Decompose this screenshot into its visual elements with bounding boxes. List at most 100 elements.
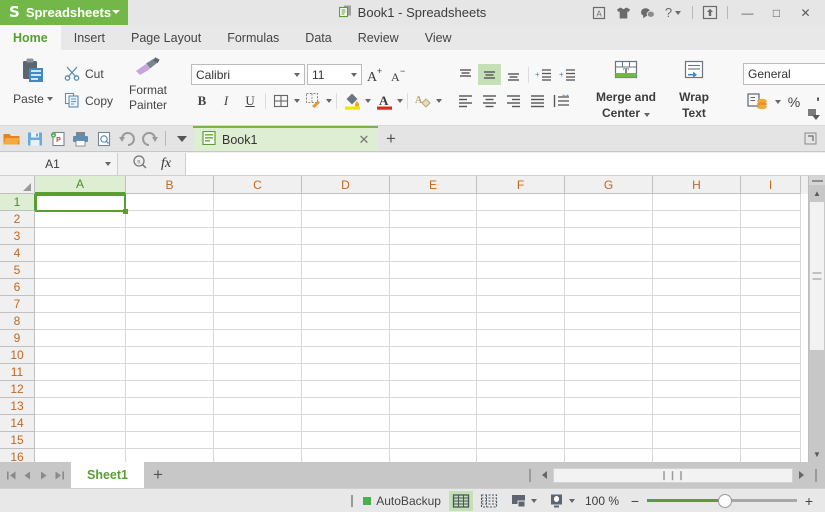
cell-A8[interactable] <box>35 313 126 330</box>
cell-B1[interactable] <box>126 194 214 211</box>
italic-button[interactable]: I <box>215 90 237 111</box>
column-header-I[interactable]: I <box>741 176 801 194</box>
cell-C3[interactable] <box>214 228 302 245</box>
cell-F13[interactable] <box>477 398 565 415</box>
cell-A5[interactable] <box>35 262 126 279</box>
currency-format-button[interactable] <box>743 91 773 112</box>
cell-G15[interactable] <box>565 432 653 449</box>
cell-C11[interactable] <box>214 364 302 381</box>
upload-box-icon[interactable] <box>699 0 721 25</box>
tshirt-skin-icon[interactable] <box>612 0 634 25</box>
row-header-4[interactable]: 4 <box>0 245 34 262</box>
cell-B9[interactable] <box>126 330 214 347</box>
cell-B14[interactable] <box>126 415 214 432</box>
cell-G5[interactable] <box>565 262 653 279</box>
cell-H8[interactable] <box>653 313 741 330</box>
font-color-dropdown[interactable] <box>397 98 404 103</box>
row-header-2[interactable]: 2 <box>0 211 34 228</box>
fill-color-button[interactable] <box>341 90 363 111</box>
cell-F11[interactable] <box>477 364 565 381</box>
document-tab-book1[interactable]: Book1 ✕ <box>193 126 378 151</box>
cell-C1[interactable] <box>214 194 302 211</box>
cell-D6[interactable] <box>302 279 390 296</box>
zoom-out-button[interactable]: − <box>627 493 643 509</box>
print-icon[interactable] <box>69 127 92 151</box>
cell-E14[interactable] <box>390 415 477 432</box>
format-painter-button[interactable]: Format Painter <box>118 53 178 122</box>
cell-I1[interactable] <box>741 194 801 211</box>
cell-I13[interactable] <box>741 398 801 415</box>
cell-F8[interactable] <box>477 313 565 330</box>
cell-C2[interactable] <box>214 211 302 228</box>
cell-H4[interactable] <box>653 245 741 262</box>
cell-H5[interactable] <box>653 262 741 279</box>
formula-input[interactable] <box>186 152 825 175</box>
cell-A13[interactable] <box>35 398 126 415</box>
cell-D12[interactable] <box>302 381 390 398</box>
cell-C5[interactable] <box>214 262 302 279</box>
text-orientation-button[interactable]: ++ <box>550 90 573 111</box>
new-document-button[interactable]: + <box>378 126 404 151</box>
cell-H1[interactable] <box>653 194 741 211</box>
add-sheet-button[interactable]: + <box>144 462 172 488</box>
help-icon[interactable]: ? <box>660 0 686 25</box>
cell-D2[interactable] <box>302 211 390 228</box>
last-sheet-button[interactable] <box>52 463 67 487</box>
clear-format-dropdown[interactable] <box>436 98 443 103</box>
cell-A14[interactable] <box>35 415 126 432</box>
cell-D5[interactable] <box>302 262 390 279</box>
column-header-E[interactable]: E <box>390 176 477 194</box>
row-header-3[interactable]: 3 <box>0 228 34 245</box>
row-header-10[interactable]: 10 <box>0 347 34 364</box>
previous-sheet-button[interactable] <box>20 463 35 487</box>
normal-view-icon[interactable] <box>448 490 473 511</box>
minimize-button[interactable]: — <box>734 0 761 25</box>
column-header-G[interactable]: G <box>565 176 653 194</box>
cell-F6[interactable] <box>477 279 565 296</box>
feedback-bubble-icon[interactable] <box>636 0 658 25</box>
cell-I14[interactable] <box>741 415 801 432</box>
cell-I10[interactable] <box>741 347 801 364</box>
row-header-16[interactable]: 16 <box>0 449 34 462</box>
save-icon[interactable] <box>23 127 46 151</box>
cell-D1[interactable] <box>302 194 390 211</box>
cell-B3[interactable] <box>126 228 214 245</box>
tab-insert[interactable]: Insert <box>61 25 118 50</box>
cell-A16[interactable] <box>35 449 126 462</box>
align-right-button[interactable] <box>502 90 525 111</box>
row-header-14[interactable]: 14 <box>0 415 34 432</box>
sheet-tab-sheet1[interactable]: Sheet1 <box>71 462 144 488</box>
column-header-F[interactable]: F <box>477 176 565 194</box>
clear-format-button[interactable]: A <box>412 90 434 111</box>
cell-H16[interactable] <box>653 449 741 462</box>
cell-A7[interactable] <box>35 296 126 313</box>
cell-I2[interactable] <box>741 211 801 228</box>
scroll-left-arrow[interactable] <box>537 462 553 488</box>
cell-D3[interactable] <box>302 228 390 245</box>
cell-G12[interactable] <box>565 381 653 398</box>
cell-E11[interactable] <box>390 364 477 381</box>
cell-B15[interactable] <box>126 432 214 449</box>
theme-options-button[interactable] <box>543 491 577 511</box>
insert-function-button[interactable]: fx <box>161 156 171 172</box>
cell-H3[interactable] <box>653 228 741 245</box>
zoom-slider[interactable] <box>647 493 797 508</box>
align-bottom-button[interactable] <box>502 64 525 85</box>
cell-G7[interactable] <box>565 296 653 313</box>
scroll-down-arrow[interactable]: ▼ <box>809 446 825 462</box>
cell-A9[interactable] <box>35 330 126 347</box>
page-break-view-icon[interactable] <box>477 491 501 511</box>
cell-G8[interactable] <box>565 313 653 330</box>
customize-qat-icon[interactable] <box>170 127 193 151</box>
tab-formulas[interactable]: Formulas <box>214 25 292 50</box>
boxed-a-icon[interactable]: A <box>588 0 610 25</box>
cell-I16[interactable] <box>741 449 801 462</box>
cell-C16[interactable] <box>214 449 302 462</box>
cell-F12[interactable] <box>477 381 565 398</box>
align-top-button[interactable] <box>454 64 477 85</box>
cell-A12[interactable] <box>35 381 126 398</box>
row-header-6[interactable]: 6 <box>0 279 34 296</box>
cell-grid[interactable] <box>35 194 808 462</box>
cell-E9[interactable] <box>390 330 477 347</box>
cell-B12[interactable] <box>126 381 214 398</box>
